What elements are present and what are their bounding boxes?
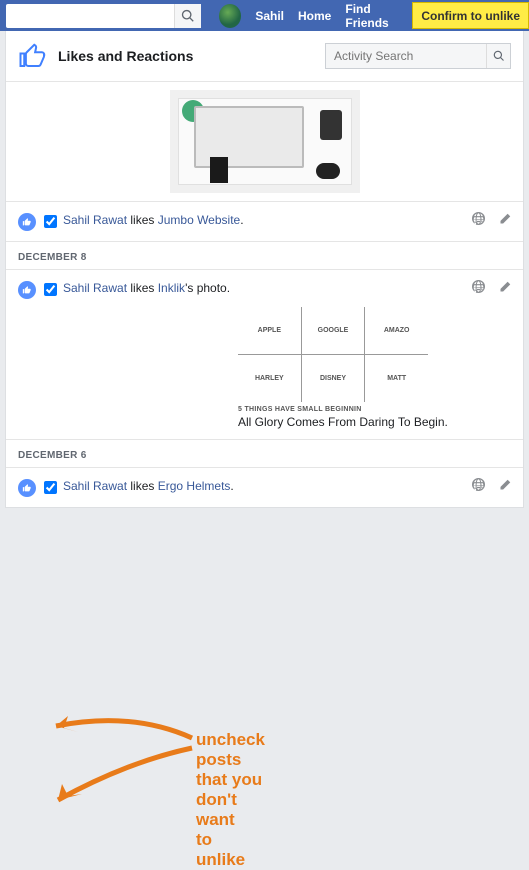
search-button[interactable]: [174, 4, 201, 28]
entry-checkbox[interactable]: [44, 481, 57, 494]
confirm-unlike-button[interactable]: Confirm to unlike: [412, 2, 529, 29]
grid-label: GOOGLE: [302, 307, 365, 354]
like-icon: [18, 479, 36, 497]
page-title: Likes and Reactions: [58, 48, 193, 64]
user-link[interactable]: Sahil Rawat: [63, 213, 127, 227]
grid-label: AMAZO: [365, 307, 428, 354]
entry-text: Sahil Rawat likes Jumbo Website.: [63, 212, 244, 228]
like-icon: [18, 281, 36, 299]
annotation-line: that you don't want: [196, 770, 265, 830]
thumbs-up-icon: [18, 41, 48, 71]
activity-search-button[interactable]: [486, 44, 510, 68]
search-icon: [493, 50, 505, 62]
date-header: DECEMBER 6: [6, 439, 523, 467]
nav-find-friends[interactable]: Find Friends: [345, 2, 412, 30]
user-link[interactable]: Sahil Rawat: [63, 479, 127, 493]
edit-icon[interactable]: [499, 281, 511, 296]
arrow-icon: [42, 716, 202, 756]
post-thumbnail[interactable]: [170, 90, 360, 193]
globe-icon[interactable]: [472, 212, 485, 228]
avatar[interactable]: [219, 4, 241, 28]
grid-label: APPLE: [238, 307, 301, 354]
activity-search: [325, 43, 511, 69]
like-icon: [18, 213, 36, 231]
activity-entry: Sahil Rawat likes Jumbo Website.: [6, 201, 523, 241]
grid-label: HARLEY: [238, 355, 301, 402]
activity-entry: Sahil Rawat likes Ergo Helmets.: [6, 467, 523, 507]
target-link[interactable]: Inklik: [158, 281, 185, 295]
globe-icon[interactable]: [472, 478, 485, 494]
nav-home[interactable]: Home: [298, 9, 331, 23]
nav-username[interactable]: Sahil: [255, 9, 284, 23]
search-icon: [181, 9, 195, 23]
edit-icon[interactable]: [499, 213, 511, 228]
entry-checkbox[interactable]: [44, 283, 57, 296]
post-thumbnail[interactable]: APPLE GOOGLE AMAZO HARLEY DISNEY MATT 5 …: [238, 307, 448, 429]
annotation-line: to unlike: [196, 830, 265, 870]
grid-label: MATT: [365, 355, 428, 402]
edit-icon[interactable]: [499, 479, 511, 494]
grid-label: DISNEY: [302, 355, 365, 402]
target-link[interactable]: Jumbo Website: [158, 213, 240, 227]
caption-main: All Glory Comes From Daring To Begin.: [238, 415, 448, 429]
content-panel: Likes and Reactions Sahil Rawat likes Ju…: [5, 31, 524, 508]
target-link[interactable]: Ergo Helmets: [158, 479, 231, 493]
arrow-icon: [42, 742, 202, 812]
annotation-line: uncheck posts: [196, 730, 265, 770]
section-header: Likes and Reactions: [6, 31, 523, 81]
user-link[interactable]: Sahil Rawat: [63, 281, 127, 295]
date-header: DECEMBER 8: [6, 241, 523, 269]
preview-row: [6, 81, 523, 201]
entry-checkbox[interactable]: [44, 215, 57, 228]
search-input[interactable]: [6, 8, 174, 23]
global-search: [6, 4, 201, 28]
activity-entry: Sahil Rawat likes Inklik's photo. APPLE …: [6, 269, 523, 439]
entry-text: Sahil Rawat likes Inklik's photo.: [63, 280, 230, 296]
top-nav-bar: Sahil Home Find Friends Confirm to unlik…: [0, 0, 529, 31]
activity-search-input[interactable]: [326, 49, 486, 63]
entry-text: Sahil Rawat likes Ergo Helmets.: [63, 478, 234, 494]
caption-small: 5 THINGS HAVE SMALL BEGINNIN: [238, 406, 448, 413]
globe-icon[interactable]: [472, 280, 485, 296]
